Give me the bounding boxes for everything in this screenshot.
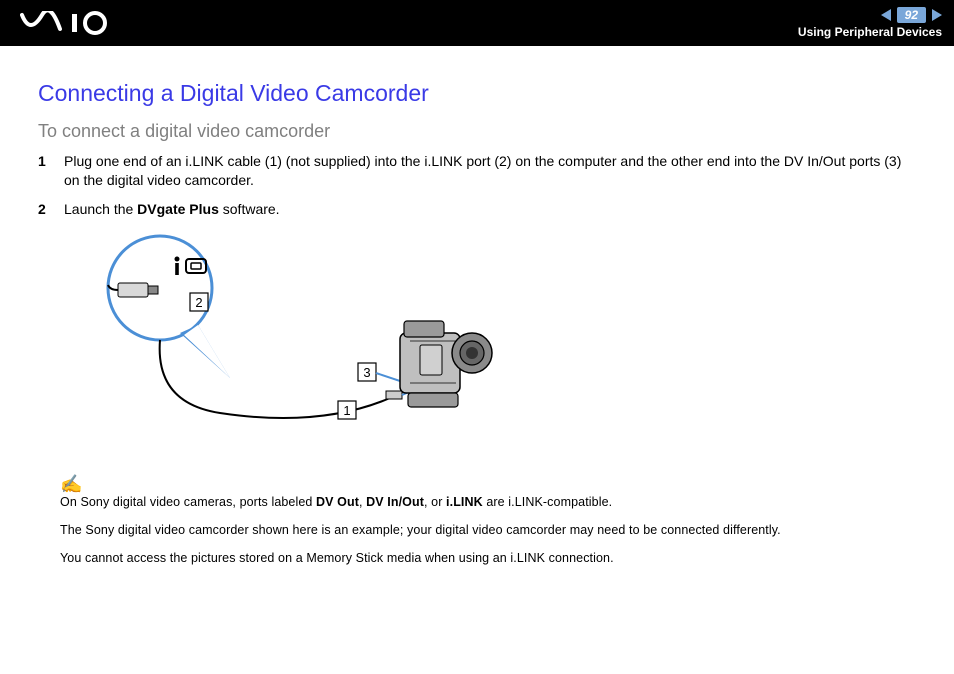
camcorder-icon xyxy=(400,321,492,407)
page-content: Connecting a Digital Video Camcorder To … xyxy=(0,46,954,599)
section-title: Connecting a Digital Video Camcorder xyxy=(38,80,916,107)
header-bar: 92 Using Peripheral Devices xyxy=(0,0,954,46)
page-nav: 92 xyxy=(881,7,942,23)
instruction-list: 1 Plug one end of an i.LINK cable (1) (n… xyxy=(38,152,916,219)
section-subhead: To connect a digital video camcorder xyxy=(38,121,916,142)
note-text: , or xyxy=(424,495,446,509)
breadcrumb: Using Peripheral Devices xyxy=(798,25,942,39)
step-text-part: Launch the xyxy=(64,201,137,217)
step-text: Plug one end of an i.LINK cable (1) (not… xyxy=(64,152,916,190)
step-text-part: software. xyxy=(219,201,280,217)
step-number: 2 xyxy=(38,200,52,219)
note-line-1: On Sony digital video cameras, ports lab… xyxy=(60,495,916,509)
software-name: DVgate Plus xyxy=(137,201,219,217)
note-text: On Sony digital video cameras, ports lab… xyxy=(60,495,316,509)
callout-label-2: 2 xyxy=(195,295,202,310)
page-number: 92 xyxy=(897,7,926,23)
callout-label-1: 1 xyxy=(343,403,350,418)
note-text: are i.LINK-compatible. xyxy=(483,495,612,509)
step-number: 1 xyxy=(38,152,52,190)
port-label: i.LINK xyxy=(446,495,483,509)
note-line-3: You cannot access the pictures stored on… xyxy=(60,551,916,565)
notes-block: ✍ On Sony digital video cameras, ports l… xyxy=(60,474,916,565)
diagram-figure: 2 1 3 xyxy=(60,233,916,458)
port-label: DV Out xyxy=(316,495,359,509)
callout-label-3: 3 xyxy=(363,365,370,380)
step-1: 1 Plug one end of an i.LINK cable (1) (n… xyxy=(38,152,916,190)
next-page-arrow[interactable] xyxy=(932,9,942,21)
vaio-logo xyxy=(20,11,130,35)
step-text: Launch the DVgate Plus software. xyxy=(64,200,280,219)
note-line-2: The Sony digital video camcorder shown h… xyxy=(60,523,916,537)
step-2: 2 Launch the DVgate Plus software. xyxy=(38,200,916,219)
prev-page-arrow[interactable] xyxy=(881,9,891,21)
note-icon: ✍ xyxy=(60,474,82,495)
port-label: DV In/Out xyxy=(366,495,424,509)
